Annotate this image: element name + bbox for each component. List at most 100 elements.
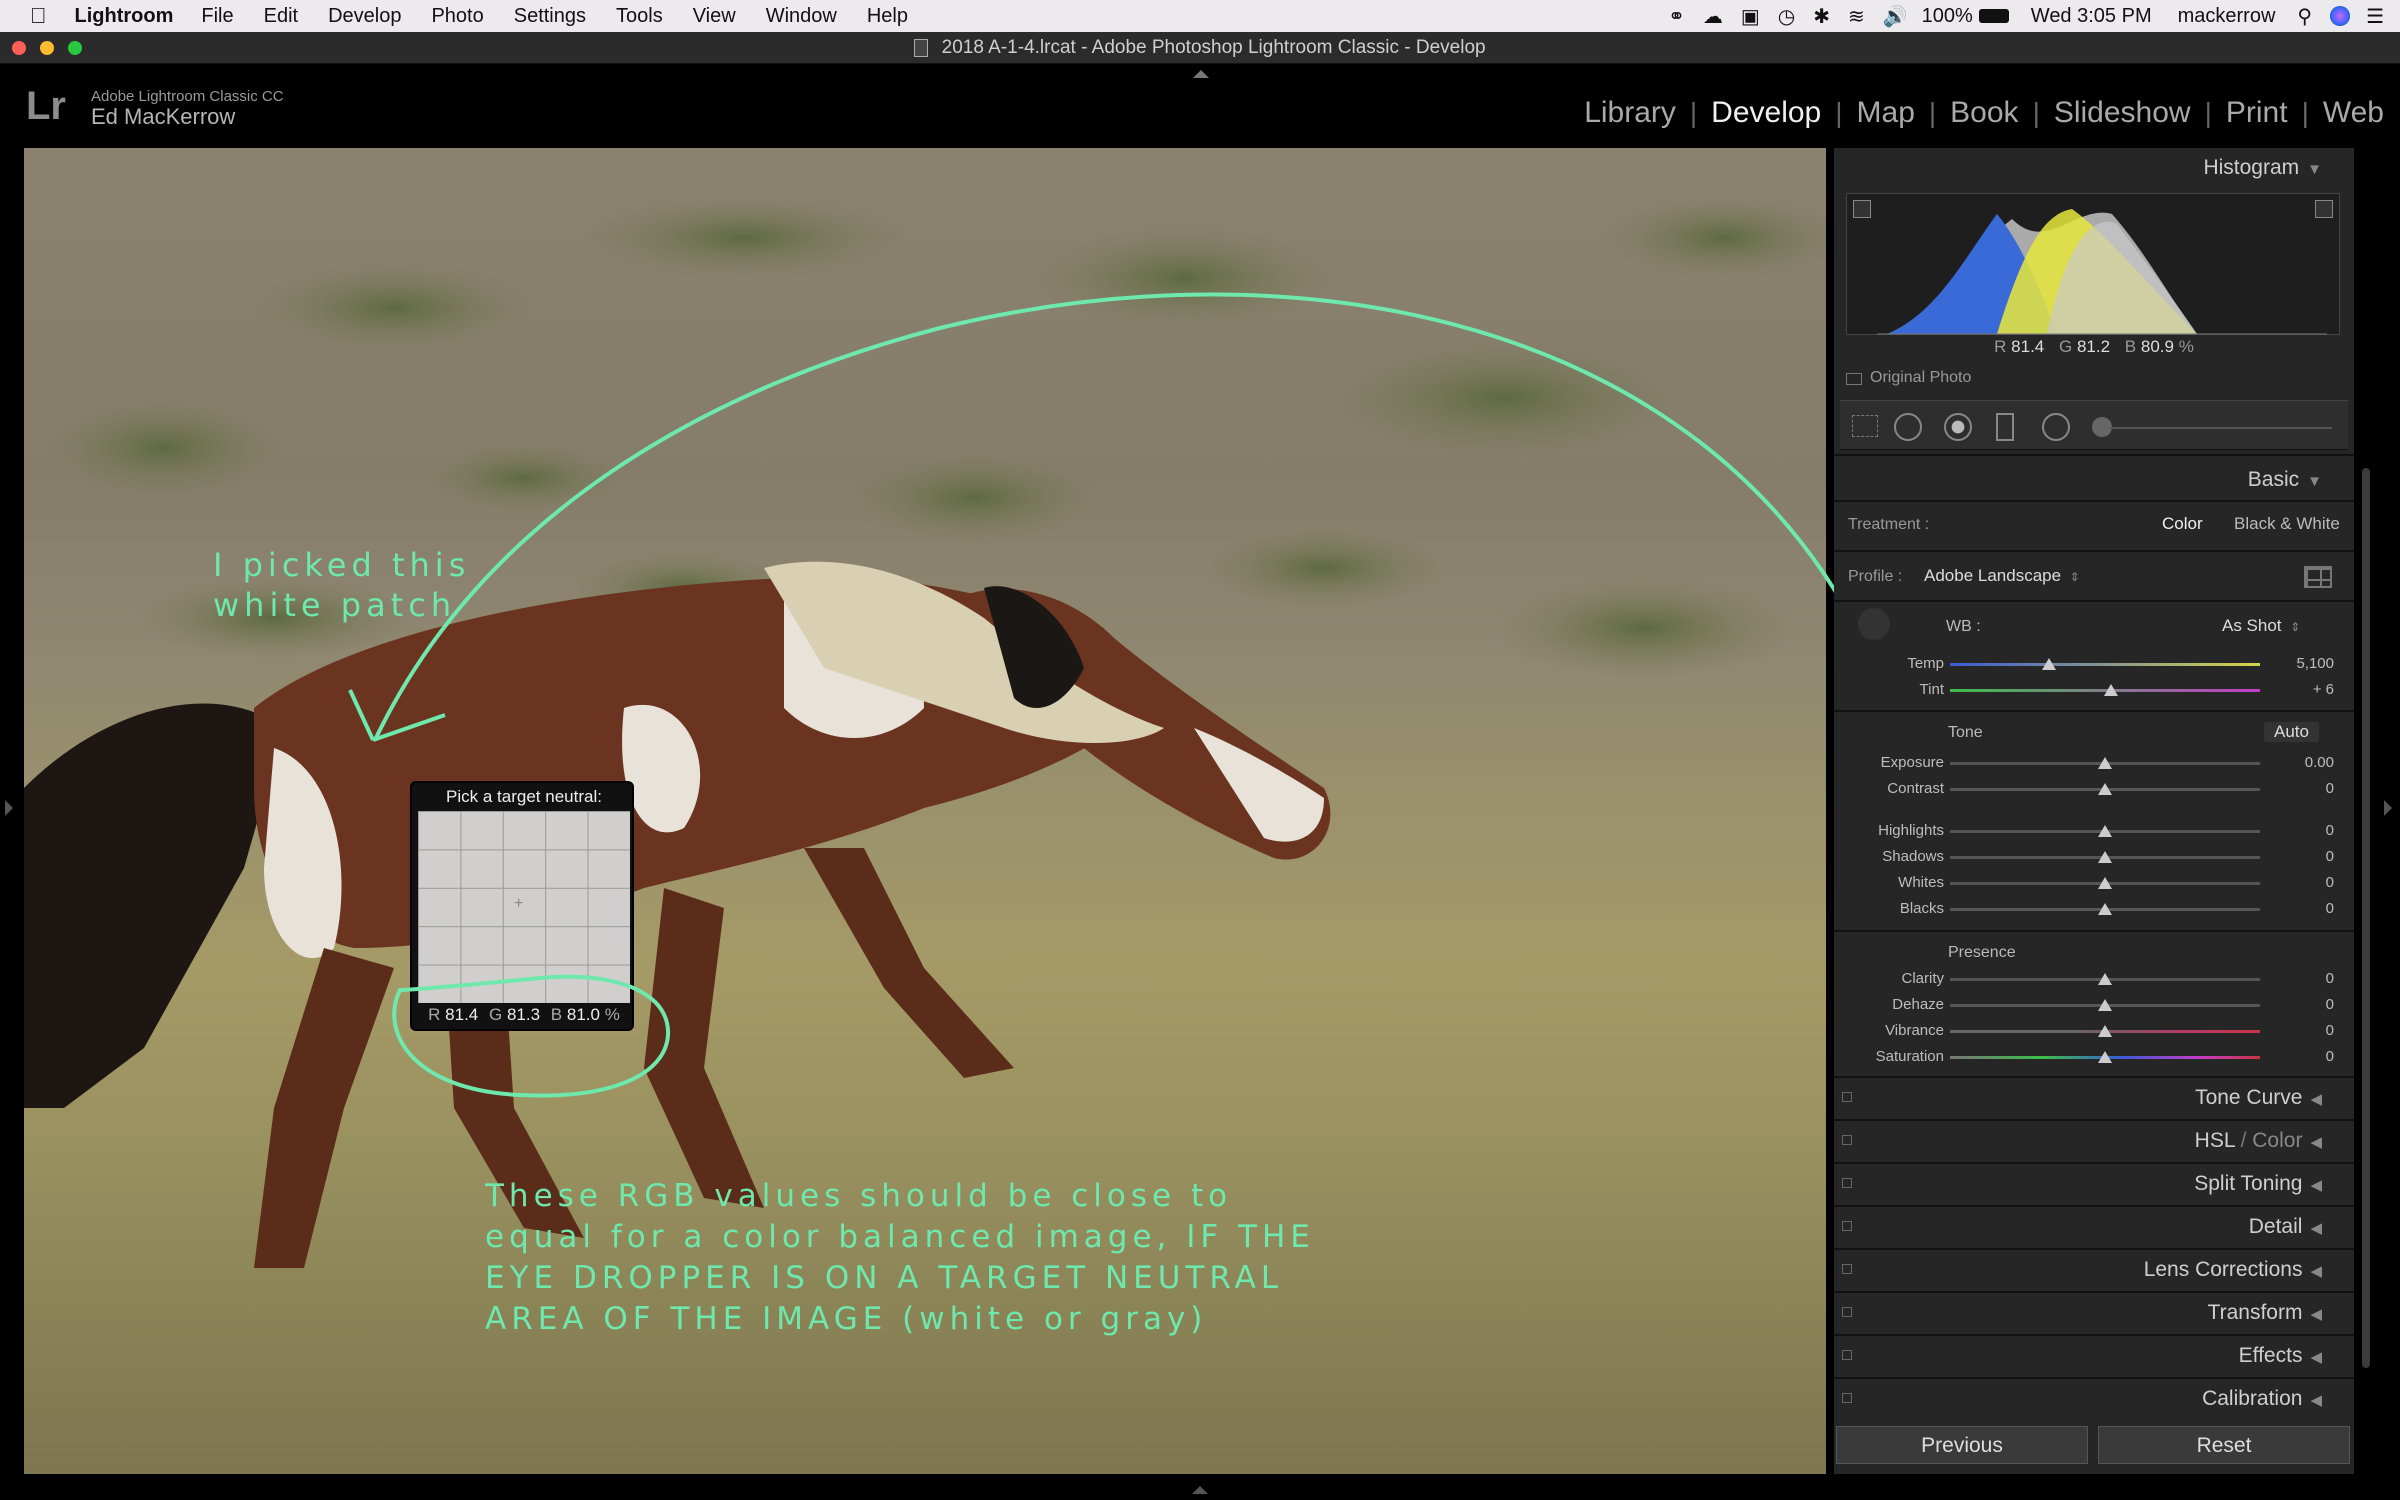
split-toning-expand-icon[interactable]: ◀ <box>2310 1177 2322 1194</box>
shadow-clipping-icon[interactable] <box>1853 200 1871 218</box>
graduated-filter-tool-icon[interactable] <box>1996 413 2014 441</box>
effects-toggle-switch[interactable] <box>1842 1350 1852 1360</box>
detail-toggle-switch[interactable] <box>1842 1221 1852 1231</box>
split-toning-toggle-switch[interactable] <box>1842 1178 1852 1188</box>
split-toning-panel-header[interactable]: Split Toning ◀ <box>1834 1162 2354 1204</box>
shadows-slider-thumb[interactable] <box>2098 851 2112 863</box>
exposure-value[interactable]: 0.00 <box>2274 754 2334 771</box>
hsl-toggle-switch[interactable] <box>1842 1135 1852 1145</box>
effects-panel-header[interactable]: Effects ◀ <box>1834 1334 2354 1376</box>
bluetooth-icon[interactable]: ✱ <box>1813 4 1830 29</box>
clarity-slider-thumb[interactable] <box>2098 973 2112 985</box>
vibrance-slider-thumb[interactable] <box>2098 1025 2112 1037</box>
whites-value[interactable]: 0 <box>2274 874 2334 891</box>
module-book[interactable]: Book <box>1950 96 2018 130</box>
spotlight-icon[interactable]: ⚲ <box>2297 4 2312 29</box>
histogram-graph[interactable] <box>1846 193 2340 335</box>
contrast-value[interactable]: 0 <box>2274 780 2334 797</box>
saturation-value[interactable]: 0 <box>2274 1048 2334 1065</box>
red-eye-tool-icon[interactable] <box>1944 413 1972 441</box>
menu-window[interactable]: Window <box>766 5 837 28</box>
highlights-slider-thumb[interactable] <box>2098 825 2112 837</box>
dehaze-value[interactable]: 0 <box>2274 996 2334 1013</box>
menu-settings[interactable]: Settings <box>514 5 586 28</box>
cloud-icon[interactable]: ☁ <box>1703 4 1723 29</box>
menu-edit[interactable]: Edit <box>264 5 298 28</box>
shadows-value[interactable]: 0 <box>2274 848 2334 865</box>
lens-corrections-expand-icon[interactable]: ◀ <box>2310 1263 2322 1280</box>
dehaze-slider-thumb[interactable] <box>2098 999 2112 1011</box>
brush-size-track[interactable] <box>2110 427 2332 429</box>
menu-develop[interactable]: Develop <box>328 5 401 28</box>
detail-expand-icon[interactable]: ◀ <box>2310 1220 2322 1237</box>
color-title[interactable]: Color <box>2252 1129 2302 1152</box>
histogram-collapse-icon[interactable]: ▼ <box>2307 161 2322 178</box>
calibration-panel-header[interactable]: Calibration ◀ <box>1834 1377 2354 1419</box>
app-menu[interactable]: Lightroom <box>75 5 174 28</box>
temp-value[interactable]: 5,100 <box>2274 655 2334 672</box>
wifi-icon[interactable]: ≋ <box>1848 4 1865 29</box>
left-panel-toggle-icon[interactable] <box>5 800 13 816</box>
menu-tools[interactable]: Tools <box>616 5 663 28</box>
previous-button[interactable]: Previous <box>1836 1426 2088 1464</box>
calibration-toggle-switch[interactable] <box>1842 1393 1852 1403</box>
tone-curve-toggle-switch[interactable] <box>1842 1092 1852 1102</box>
panel-scrollbar[interactable] <box>2362 468 2370 1368</box>
crop-tool-icon[interactable] <box>1852 415 1878 437</box>
time-machine-icon[interactable]: ◷ <box>1778 4 1795 29</box>
menu-photo[interactable]: Photo <box>431 5 483 28</box>
exposure-slider-thumb[interactable] <box>2098 757 2112 769</box>
treatment-color-button[interactable]: Color <box>2162 514 2203 534</box>
tint-value[interactable]: + 6 <box>2274 681 2334 698</box>
hsl-expand-icon[interactable]: ◀ <box>2310 1134 2322 1151</box>
right-panel-toggle-icon[interactable] <box>2384 800 2392 816</box>
basic-collapse-icon[interactable]: ▼ <box>2307 473 2322 490</box>
wb-dropdown[interactable]: As Shot ⇕ <box>2222 616 2300 636</box>
blacks-slider-thumb[interactable] <box>2098 903 2112 915</box>
menu-user[interactable]: mackerrow <box>2178 5 2276 28</box>
saturation-slider-thumb[interactable] <box>2098 1051 2112 1063</box>
transform-toggle-switch[interactable] <box>1842 1307 1852 1317</box>
calibration-expand-icon[interactable]: ◀ <box>2310 1392 2322 1409</box>
adjustment-brush-tool-icon[interactable] <box>2092 417 2112 437</box>
module-library[interactable]: Library <box>1584 96 1676 130</box>
module-web[interactable]: Web <box>2323 96 2384 130</box>
module-develop[interactable]: Develop <box>1711 96 1821 130</box>
profile-browser-icon[interactable] <box>2304 566 2332 588</box>
hsl-color-panel-header[interactable]: HSL / Color ◀ <box>1834 1119 2354 1161</box>
temp-slider[interactable] <box>1950 663 2260 666</box>
minimize-window-button[interactable] <box>40 41 54 55</box>
highlights-value[interactable]: 0 <box>2274 822 2334 839</box>
zoom-window-button[interactable] <box>68 41 82 55</box>
module-map[interactable]: Map <box>1857 96 1915 130</box>
reset-button[interactable]: Reset <box>2098 1426 2350 1464</box>
whites-slider-thumb[interactable] <box>2098 877 2112 889</box>
notification-center-icon[interactable]: ☰ <box>2366 4 2384 29</box>
detail-panel-header[interactable]: Detail ◀ <box>1834 1205 2354 1247</box>
histogram-header[interactable]: Histogram ▼ <box>1834 148 2354 188</box>
display-icon[interactable]: ▣ <box>1741 4 1760 29</box>
lens-corrections-panel-header[interactable]: Lens Corrections ◀ <box>1834 1248 2354 1290</box>
volume-icon[interactable]: 🔊 <box>1883 4 1908 29</box>
tone-auto-button[interactable]: Auto <box>2264 722 2319 742</box>
menu-clock[interactable]: Wed 3:05 PM <box>2031 5 2152 28</box>
temp-slider-thumb[interactable] <box>2042 658 2057 670</box>
wb-eyedropper-icon[interactable] <box>1858 608 1890 640</box>
siri-icon[interactable] <box>2330 6 2351 26</box>
transform-expand-icon[interactable]: ◀ <box>2310 1306 2322 1323</box>
module-slideshow[interactable]: Slideshow <box>2054 96 2191 130</box>
menu-help[interactable]: Help <box>867 5 908 28</box>
module-print[interactable]: Print <box>2226 96 2288 130</box>
tint-slider-thumb[interactable] <box>2104 684 2119 696</box>
clarity-value[interactable]: 0 <box>2274 970 2334 987</box>
battery-icon[interactable] <box>1978 9 2009 23</box>
blacks-value[interactable]: 0 <box>2274 900 2334 917</box>
effects-expand-icon[interactable]: ◀ <box>2310 1349 2322 1366</box>
close-window-button[interactable] <box>12 41 26 55</box>
vibrance-value[interactable]: 0 <box>2274 1022 2334 1039</box>
lens-corrections-toggle-switch[interactable] <box>1842 1264 1852 1274</box>
treatment-black-white-button[interactable]: Black & White <box>2234 514 2340 534</box>
filmstrip-top-toggle-icon[interactable] <box>1193 70 1209 78</box>
profile-dropdown[interactable]: Adobe Landscape ⇕ <box>1924 566 2080 586</box>
filmstrip-bottom-toggle-icon[interactable] <box>1192 1486 1208 1494</box>
